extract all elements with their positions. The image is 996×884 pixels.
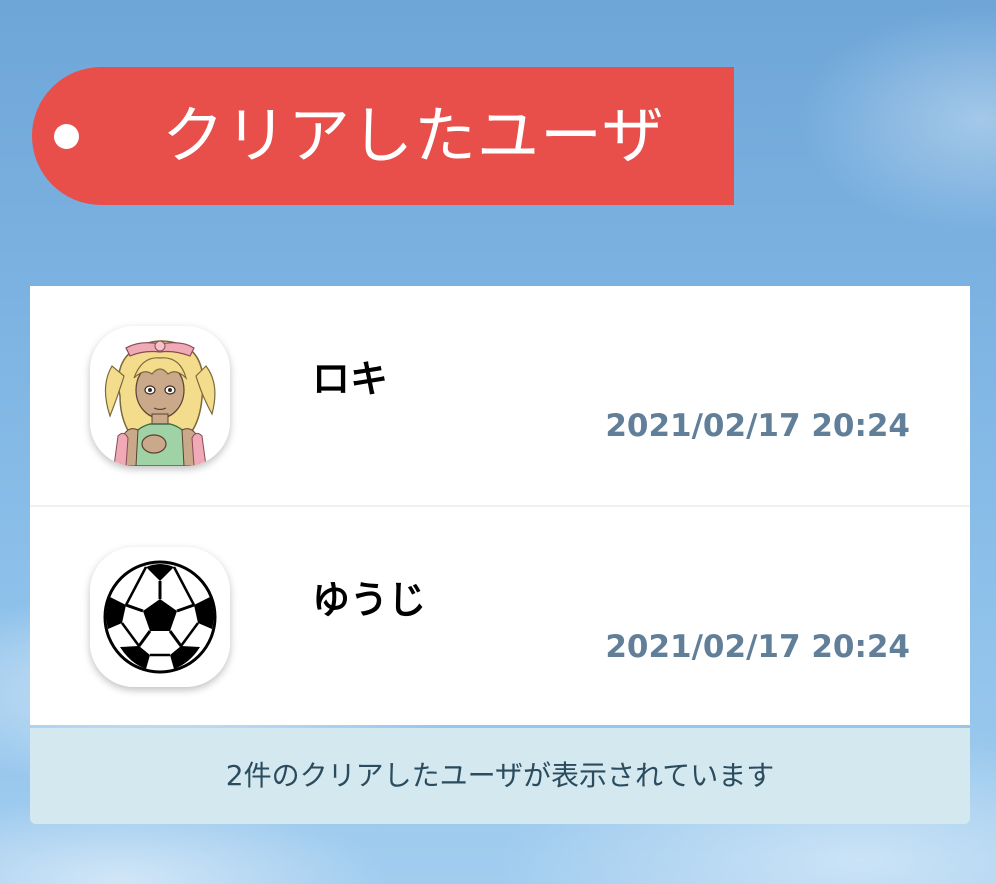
cleared-users-list: ロキ 2021/02/17 20:24 ゆうじ 2021/02/17 20:24 [30,286,970,725]
result-count-footer: 2件のクリアしたユーザが表示されています [30,728,970,824]
anime-girl-avatar-icon[interactable] [90,326,230,466]
cleared-timestamp: 2021/02/17 20:24 [605,629,910,665]
page-title-banner: クリアしたユーザ [32,67,734,205]
user-name: ロキ [312,357,389,401]
cleared-timestamp: 2021/02/17 20:24 [605,408,910,444]
list-item[interactable]: ロキ 2021/02/17 20:24 [30,286,970,505]
soccer-ball-avatar-icon[interactable] [90,547,230,687]
bullet-dot-icon [54,124,79,149]
page-title: クリアしたユーザ [162,99,665,172]
user-name: ゆうじ [312,578,427,622]
list-item[interactable]: ゆうじ 2021/02/17 20:24 [30,505,970,726]
